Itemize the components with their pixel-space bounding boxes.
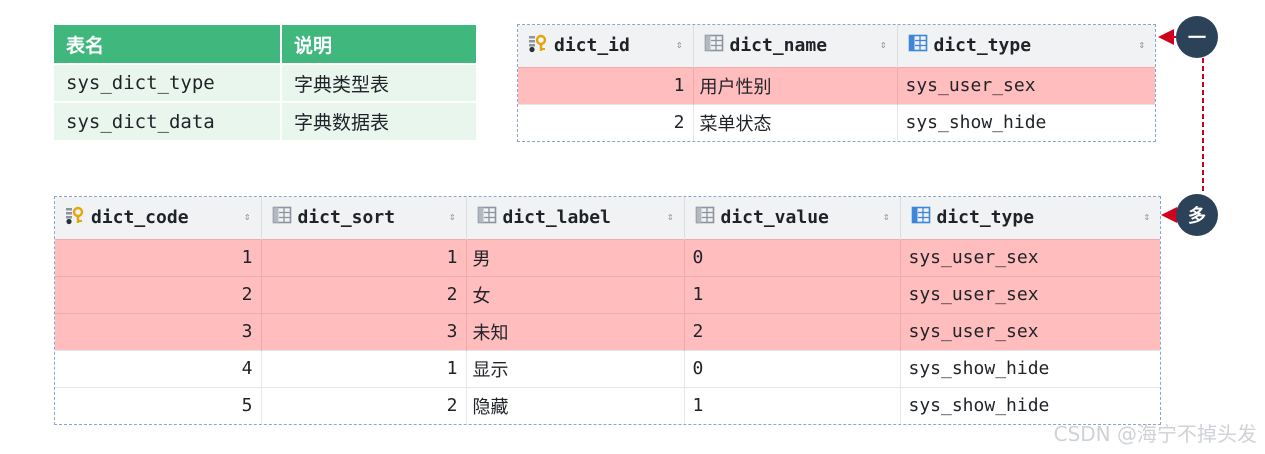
watermark: CSDN @海宁不掉头发 bbox=[1053, 422, 1257, 446]
one-side-marker: 一 bbox=[1176, 16, 1218, 58]
relation-connector bbox=[1158, 29, 1204, 223]
many-side-marker: 多 bbox=[1176, 194, 1218, 236]
